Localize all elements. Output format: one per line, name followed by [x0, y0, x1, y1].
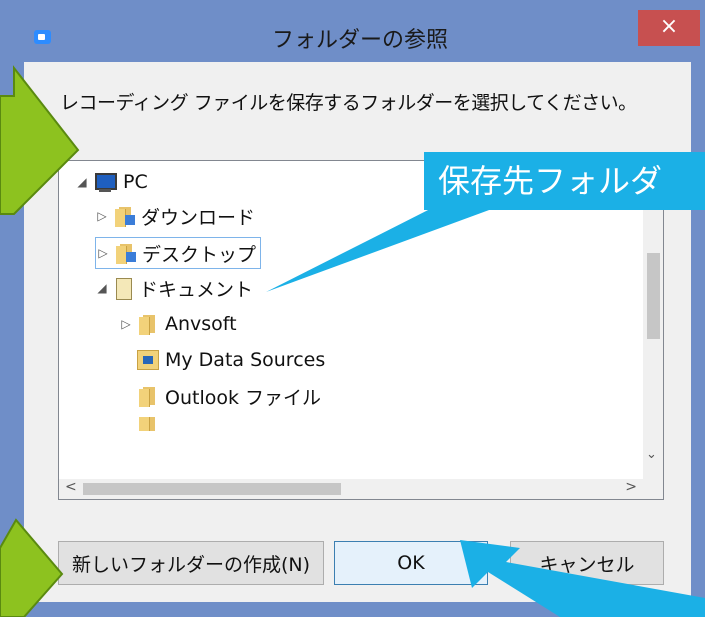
annotation-overlay: [0, 65, 705, 617]
callout-label: 保存先フォルダ: [424, 152, 705, 210]
green-arrow-left-bottom: [0, 518, 64, 617]
blue-arrow-ok: [460, 540, 705, 617]
green-arrow-left-top: [0, 65, 80, 215]
callout-pointer: [266, 206, 500, 292]
